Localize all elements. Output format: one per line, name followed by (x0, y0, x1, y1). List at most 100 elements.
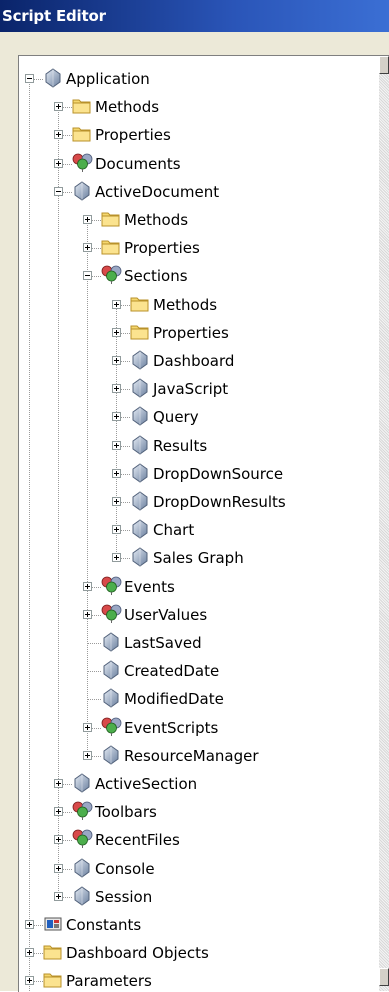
collection-icon (72, 829, 93, 849)
expand-plus-icon[interactable] (112, 468, 121, 478)
tree-node[interactable]: Constants (19, 912, 379, 940)
scroll-down-button[interactable] (379, 968, 389, 986)
sphere-icon (72, 181, 92, 201)
tree-node[interactable]: LastSaved (19, 630, 379, 658)
tree-node-label: Session (95, 887, 153, 906)
tree-node[interactable]: ActiveSection (19, 771, 379, 799)
constants-icon (43, 914, 63, 934)
object-tree[interactable]: Application Methods Properties Documents Act… (18, 55, 389, 992)
expand-plus-icon[interactable] (54, 835, 63, 845)
expand-plus-icon[interactable] (25, 948, 34, 958)
scroll-up-button[interactable] (379, 56, 389, 74)
expand-plus-icon[interactable] (83, 243, 92, 253)
sphere-icon (130, 378, 150, 398)
tree-node-label: DropDownResults (153, 493, 286, 511)
tree-node-label: Properties (124, 239, 200, 258)
tree-node[interactable]: Methods (19, 94, 379, 122)
expand-plus-icon[interactable] (112, 525, 121, 535)
tree-node-label: CreatedDate (124, 662, 220, 681)
tree-node-label: JavaScript (153, 380, 229, 399)
expand-plus-icon[interactable] (112, 440, 121, 450)
tree-node[interactable]: RecentFiles (19, 827, 379, 855)
collapse-minus-icon[interactable] (54, 186, 63, 196)
tree-node[interactable]: Events (19, 574, 379, 602)
tree-node-label: Console (95, 859, 155, 878)
vertical-scrollbar[interactable] (379, 56, 389, 991)
tree-node[interactable]: Dashboard (19, 348, 379, 376)
expand-plus-icon[interactable] (112, 327, 121, 337)
tree-node[interactable]: Toolbars (19, 799, 379, 827)
expand-plus-icon[interactable] (112, 553, 121, 563)
tree-node[interactable]: Chart (19, 517, 379, 545)
sphere-icon (130, 491, 150, 511)
tree-node[interactable]: Query (19, 404, 379, 432)
expand-plus-icon[interactable] (83, 609, 92, 619)
expand-plus-icon[interactable] (54, 863, 63, 873)
tree-node-label: Query (153, 408, 199, 427)
expand-plus-icon[interactable] (112, 497, 121, 506)
tree-node[interactable]: Properties (19, 235, 379, 263)
tree-node[interactable]: Properties (19, 122, 379, 150)
tree-node[interactable]: ModifiedDate (19, 686, 379, 714)
expand-plus-icon[interactable] (83, 581, 92, 591)
expand-plus-icon[interactable] (54, 807, 63, 817)
expand-plus-icon[interactable] (112, 356, 121, 365)
tree-node-label: Methods (153, 295, 218, 314)
tree-node-label: DropDownSource (153, 464, 284, 483)
tree-node-label: ResourceManager (124, 746, 259, 765)
tree-node-label: UserValues (124, 605, 208, 624)
folder-icon (101, 237, 121, 257)
expand-plus-icon[interactable] (112, 384, 121, 394)
tree-node[interactable]: ActiveDocument (19, 179, 379, 207)
tree-node[interactable]: ResourceManager (19, 743, 379, 771)
tree-node[interactable]: Methods (19, 207, 379, 235)
tree-node[interactable]: Application (19, 66, 379, 94)
tree-node[interactable]: DropDownSource (19, 461, 379, 489)
tree-node[interactable]: Sales Graph (19, 545, 379, 573)
folder-icon (101, 209, 121, 229)
tree-node[interactable]: Documents (19, 151, 379, 179)
expand-plus-icon[interactable] (83, 750, 92, 760)
tree-node[interactable]: CreatedDate (19, 658, 379, 686)
expand-plus-icon[interactable] (83, 215, 92, 224)
collection-icon (101, 604, 122, 624)
title-bar: Script Editor (0, 0, 389, 32)
expand-plus-icon[interactable] (54, 891, 63, 901)
tree-node[interactable]: Results (19, 433, 379, 461)
expand-plus-icon[interactable] (112, 412, 121, 422)
sphere-icon (130, 463, 150, 483)
tree-node[interactable]: Properties (19, 320, 379, 348)
tree-node[interactable]: Methods (19, 292, 379, 320)
expand-plus-icon[interactable] (54, 158, 63, 168)
tree-node[interactable]: JavaScript (19, 376, 379, 404)
tree-node-label: Application (66, 70, 150, 88)
tree-node-label: Events (124, 577, 175, 596)
expand-plus-icon[interactable] (83, 722, 92, 732)
expand-plus-icon[interactable] (112, 299, 121, 309)
tree-node[interactable]: Console (19, 856, 379, 884)
tree-node[interactable]: EventScripts (19, 715, 379, 743)
tree-node[interactable]: DropDownResults (19, 489, 379, 517)
tree-node-label: Toolbars (95, 803, 157, 822)
expand-plus-icon[interactable] (54, 779, 63, 788)
tree-node[interactable]: UserValues (19, 602, 379, 630)
collapse-minus-icon[interactable] (25, 74, 34, 83)
tree-node[interactable]: Sections (19, 263, 379, 291)
tree-node-label: Sections (124, 267, 188, 286)
expand-plus-icon[interactable] (54, 130, 63, 140)
tree-node-label: Dashboard (153, 352, 235, 370)
tree-node[interactable]: Dashboard Objects (19, 940, 379, 968)
tree-node[interactable]: Session (19, 884, 379, 912)
expand-plus-icon[interactable] (25, 920, 34, 929)
tree-node-label: EventScripts (124, 718, 219, 737)
expand-plus-icon[interactable] (25, 976, 34, 986)
expand-plus-icon[interactable] (54, 102, 63, 112)
collection-icon (72, 153, 93, 173)
folder-icon (130, 322, 150, 342)
tree-node[interactable]: Parameters (19, 968, 379, 992)
tree-node-label: Properties (153, 323, 229, 342)
sphere-icon (72, 773, 92, 793)
tree-node-label: Dashboard Objects (66, 944, 209, 963)
collapse-minus-icon[interactable] (83, 271, 92, 281)
tree-node-label: LastSaved (124, 634, 202, 652)
